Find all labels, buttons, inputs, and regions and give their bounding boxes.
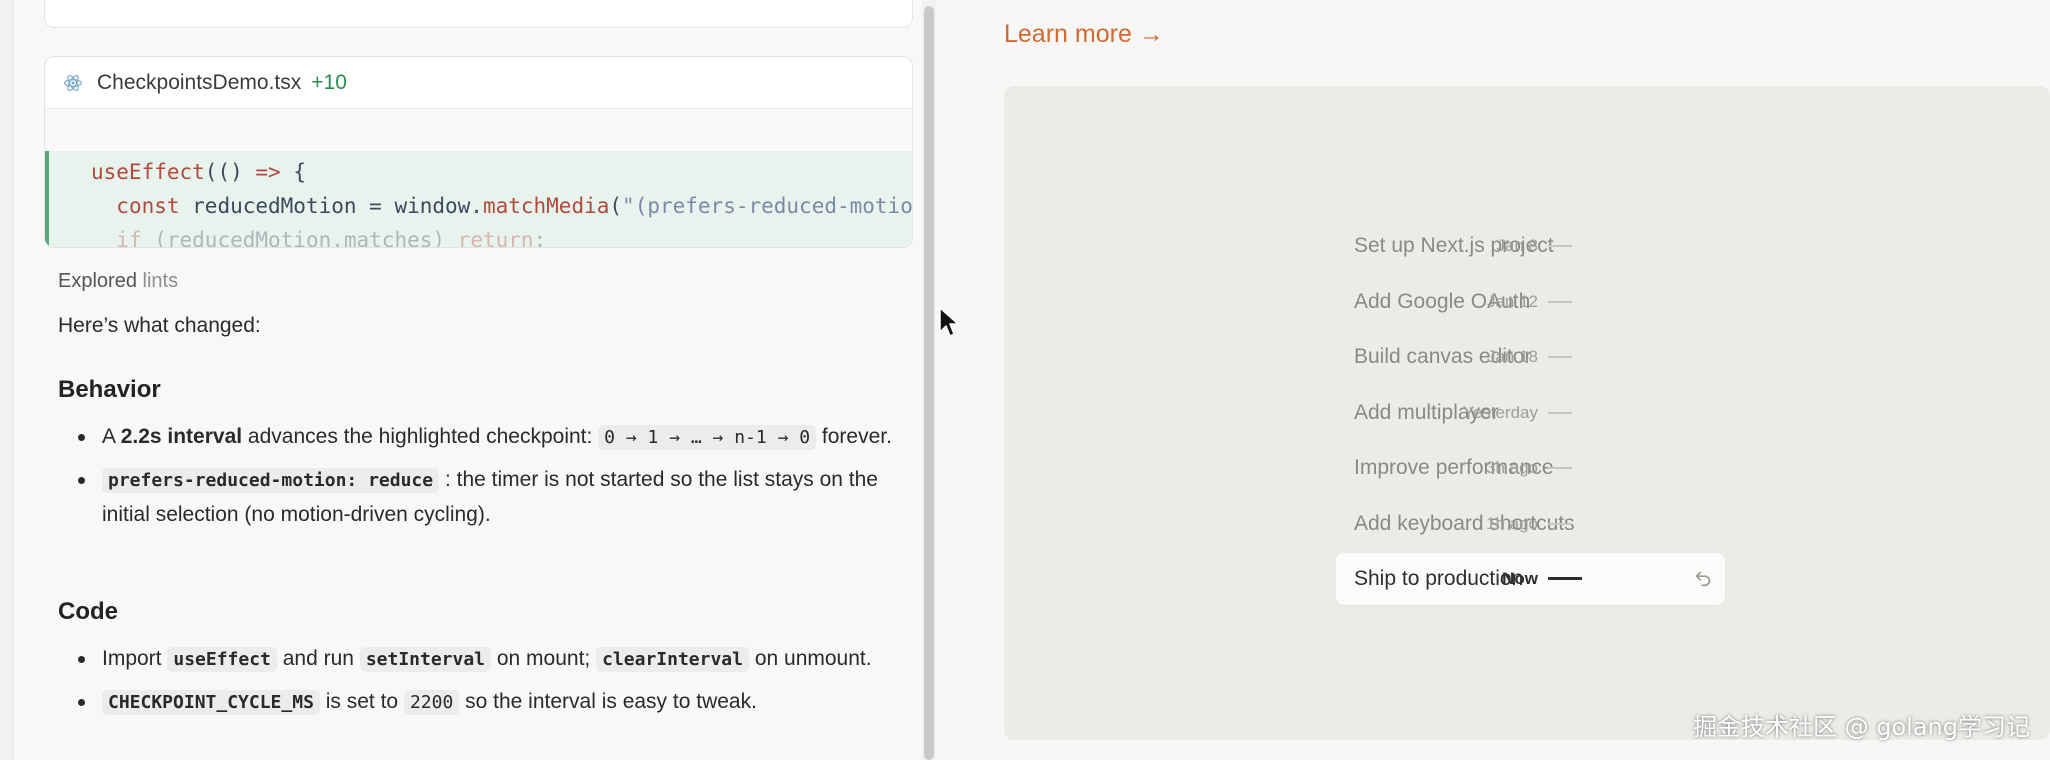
code-diff-block: useEffect(() => { const reducedMotion = …	[45, 151, 913, 248]
code-heading: Code	[58, 598, 118, 625]
code-line: useEffect(() => {	[91, 160, 306, 184]
timeline-item-date: 1h ago	[1486, 514, 1538, 533]
watermark: 掘金技术社区 @ golang学习记	[1693, 713, 2030, 741]
timeline-item-date: Yesterday	[1463, 403, 1538, 422]
explored-label: Explored	[58, 270, 137, 292]
list-item: prefers-reduced-motion: reduce : the tim…	[78, 463, 898, 532]
explored-status[interactable]: Explored lints	[58, 270, 178, 293]
timeline-item-title: Add keyboard shortcuts	[1354, 512, 1575, 535]
timeline-item-date: Now	[1502, 569, 1538, 588]
timeline-tick	[1548, 577, 1582, 580]
code-line: if (reducedMotion.matches) return;	[116, 228, 547, 248]
preview-pane: Learn more → Set up Next.js project Jan …	[940, 0, 2050, 760]
timeline-item-active[interactable]: Ship to production Now	[940, 553, 2050, 605]
timeline-item-title: Ship to production	[1354, 567, 1524, 590]
previous-card	[44, 0, 913, 28]
behavior-list: A 2.2s interval advances the highlighted…	[78, 420, 898, 540]
timeline-item[interactable]: Set up Next.js project Jan 8	[940, 220, 2050, 272]
timeline-item[interactable]: Add multiplayer Yesterday	[940, 387, 2050, 439]
list-item: A 2.2s interval advances the highlighted…	[78, 420, 898, 455]
timeline-item-date: 3h ago	[1486, 458, 1538, 477]
timeline-tick	[1548, 523, 1572, 525]
timeline-item[interactable]: Add keyboard shortcuts 1h ago	[940, 498, 2050, 550]
summary-intro: Here’s what changed:	[58, 314, 261, 337]
diff-card[interactable]: CheckpointsDemo.tsx +10 useEffect(() => …	[44, 56, 913, 248]
timeline-tick	[1548, 301, 1572, 303]
timeline-tick	[1548, 245, 1572, 247]
file-name: CheckpointsDemo.tsx	[97, 70, 302, 94]
diff-card-header[interactable]: CheckpointsDemo.tsx +10	[45, 57, 912, 109]
lines-added: +10	[311, 70, 347, 94]
scrollbar-thumb[interactable]	[924, 6, 934, 760]
timeline-item[interactable]: Improve performance 3h ago	[940, 442, 2050, 494]
chat-pane: CheckpointsDemo.tsx +10 useEffect(() => …	[0, 0, 940, 760]
undo-icon[interactable]	[1692, 567, 1714, 589]
left-edge	[0, 0, 14, 760]
list-item: CHECKPOINT_CYCLE_MS is set to 2200 so th…	[78, 685, 898, 720]
code-line: const reducedMotion = window.matchMedia(…	[116, 194, 913, 218]
behavior-heading: Behavior	[58, 376, 161, 403]
list-item: Import useEffect and run setInterval on …	[78, 642, 898, 677]
explored-target: lints	[142, 270, 179, 292]
timeline-item-date: Jan 8	[1496, 236, 1538, 255]
timeline-item-date: Jan 12	[1486, 292, 1538, 311]
timeline-tick	[1548, 412, 1572, 414]
arrow-cursor-icon	[939, 307, 959, 337]
timeline-item[interactable]: Add Google OAuth Jan 12	[940, 276, 2050, 328]
timeline-tick	[1548, 467, 1572, 469]
timeline-tick	[1548, 356, 1572, 358]
react-icon	[64, 74, 82, 91]
code-list: Import useEffect and run setInterval on …	[78, 642, 898, 728]
timeline-item-date: Jan 18	[1486, 347, 1538, 366]
timeline-item[interactable]: Build canvas editor Jan 18	[940, 331, 2050, 383]
learn-more-link[interactable]: Learn more →	[1004, 20, 1164, 49]
